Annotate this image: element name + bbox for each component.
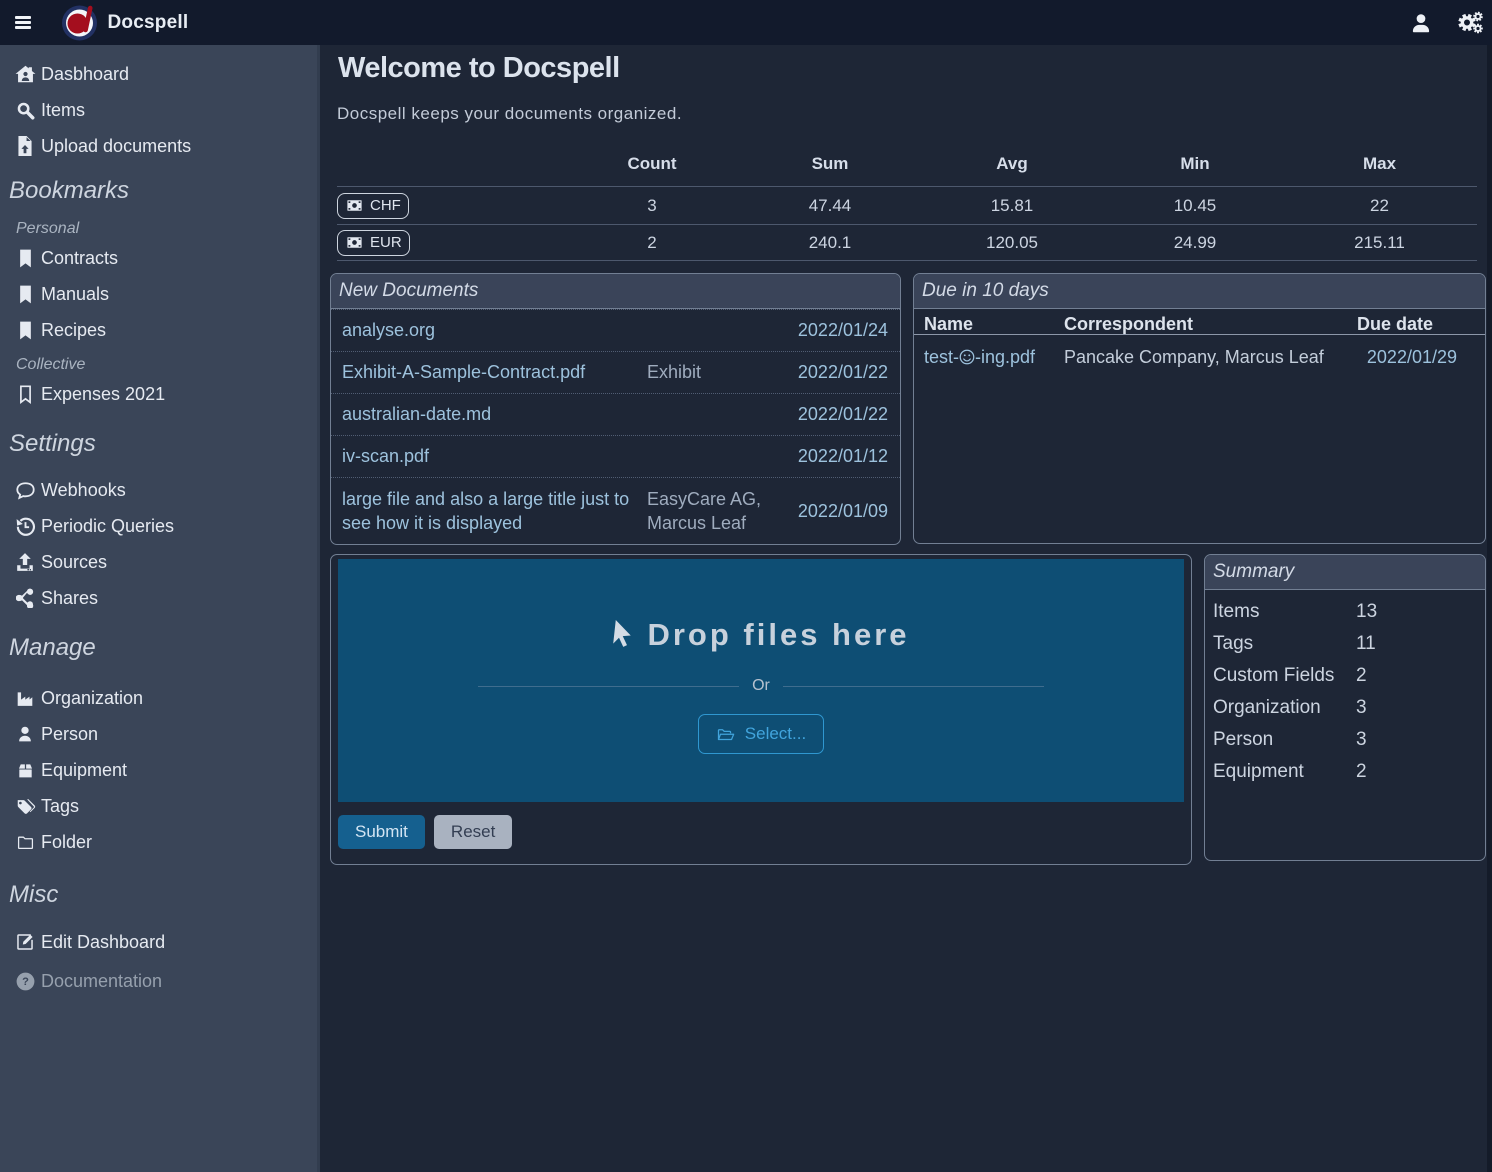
svg-text:?: ? xyxy=(22,975,29,987)
